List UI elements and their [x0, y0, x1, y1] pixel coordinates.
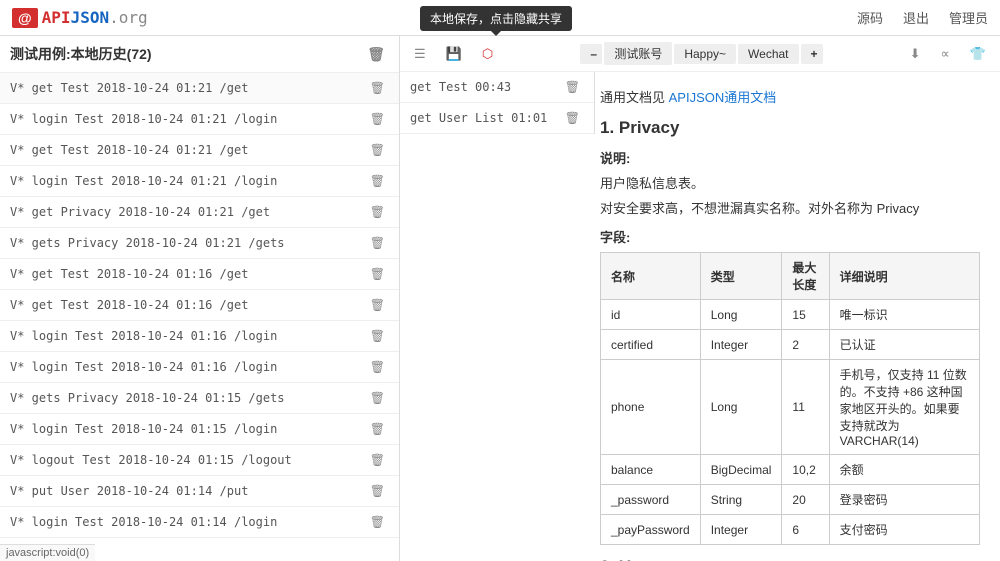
history-list: V* get Test 2018-10-24 01:21 /get🗑V* log… — [0, 73, 399, 561]
share-alt-icon[interactable]: ∝ — [937, 46, 954, 62]
tag-remove-button[interactable]: – — [580, 44, 602, 64]
trash-icon[interactable]: 🗑 — [366, 453, 389, 467]
dropdown-list: get Test 00:43🗑get User List 01:01🗑 — [400, 72, 595, 134]
desc-label: 说明: — [600, 148, 980, 167]
trash-icon[interactable]: 🗑 — [366, 174, 389, 188]
link-logout[interactable]: 退出 — [903, 8, 929, 27]
table-row: phoneLong11手机号，仅支持 11 位数的。不支持 +86 这种国家地区… — [601, 360, 980, 455]
desc-line-1: 用户隐私信息表。 — [600, 173, 980, 192]
tag-happy[interactable]: Happy~ — [674, 44, 736, 64]
download-icon[interactable]: ⬇ — [906, 46, 925, 62]
history-title: 测试用例:本地历史(72) — [10, 44, 363, 64]
table-header: 名称 — [601, 253, 701, 300]
trash-icon[interactable]: 🗑 — [366, 205, 389, 219]
desc-line-2: 对安全要求高，不想泄漏真实名称。对外名称为 Privacy — [600, 198, 980, 217]
fields-label: 字段: — [600, 227, 980, 246]
link-source[interactable]: 源码 — [857, 8, 883, 27]
save-icon[interactable]: 💾 — [442, 46, 466, 62]
status-line: javascript:void(0) — [0, 544, 95, 561]
tag-add-button[interactable]: + — [801, 44, 823, 64]
share-icon[interactable]: ⬡ — [478, 46, 497, 62]
history-item[interactable]: V* gets Privacy 2018-10-24 01:15 /gets🗑 — [0, 383, 399, 414]
history-item[interactable]: V* login Test 2018-10-24 01:16 /login🗑 — [0, 352, 399, 383]
trash-icon[interactable]: 🗑 — [366, 422, 389, 436]
trash-icon[interactable]: 🗑 — [366, 267, 389, 281]
doc-link-line: 通用文档见 APIJSON通用文档 — [600, 87, 980, 106]
trash-icon[interactable]: 🗑 — [366, 112, 389, 126]
dropdown-item[interactable]: get User List 01:01🗑 — [400, 103, 594, 134]
history-item[interactable]: V* get Test 2018-10-24 01:21 /get🗑 — [0, 135, 399, 166]
table-row: certifiedInteger2已认证 — [601, 330, 980, 360]
doc-link[interactable]: APIJSON通用文档 — [669, 90, 777, 105]
trash-icon[interactable]: 🗑 — [561, 80, 584, 94]
trash-icon[interactable]: 🗑 — [366, 391, 389, 405]
table-row: _passwordString20登录密码 — [601, 485, 980, 515]
table-row: idLong15唯一标识 — [601, 300, 980, 330]
history-item[interactable]: V* login Test 2018-10-24 01:14 /login🗑 — [0, 507, 399, 538]
history-item[interactable]: V* login Test 2018-10-24 01:16 /login🗑 — [0, 321, 399, 352]
fields-table: 名称类型最大长度详细说明 idLong15唯一标识certifiedIntege… — [600, 252, 980, 545]
trash-icon[interactable]: 🗑 — [366, 515, 389, 529]
table-header: 详细说明 — [829, 253, 979, 300]
history-item[interactable]: V* get Privacy 2018-10-24 01:21 /get🗑 — [0, 197, 399, 228]
doc-area: 通用文档见 APIJSON通用文档 1. Privacy 说明: 用户隐私信息表… — [400, 72, 1000, 561]
trash-icon[interactable]: 🗑 — [366, 329, 389, 343]
history-title-row: 测试用例:本地历史(72) 🗑 — [0, 36, 399, 73]
trash-icon[interactable]: 🗑 — [366, 81, 389, 95]
history-item[interactable]: V* get Test 2018-10-24 01:16 /get🗑 — [0, 290, 399, 321]
trash-icon[interactable]: 🗑 — [366, 236, 389, 250]
tag-wechat[interactable]: Wechat — [738, 44, 798, 64]
table-header: 最大长度 — [782, 253, 829, 300]
shirt-icon[interactable]: 👕 — [966, 46, 990, 62]
trash-icon[interactable]: 🗑 — [561, 111, 584, 125]
history-item[interactable]: V* get Test 2018-10-24 01:21 /get🗑 — [0, 73, 399, 104]
trash-icon[interactable]: 🗑 — [366, 143, 389, 157]
tag-account[interactable]: 测试账号 — [604, 42, 672, 65]
history-item[interactable]: V* login Test 2018-10-24 01:15 /login🗑 — [0, 414, 399, 445]
history-item[interactable]: V* login Test 2018-10-24 01:21 /login🗑 — [0, 166, 399, 197]
toolbar: ☰ 💾 ⬡ – 测试账号 Happy~ Wechat + ⬇ ∝ 👕 — [400, 36, 1000, 72]
history-item[interactable]: V* put User 2018-10-24 01:14 /put🗑 — [0, 476, 399, 507]
logo-text[interactable]: APIJSON.org — [42, 8, 148, 27]
history-item[interactable]: V* login Test 2018-10-24 01:21 /login🗑 — [0, 104, 399, 135]
list-icon[interactable]: ☰ — [410, 46, 430, 62]
section-user-heading: 2. User — [600, 557, 980, 561]
table-header: 类型 — [700, 253, 782, 300]
dropdown-item[interactable]: get Test 00:43🗑 — [400, 72, 594, 103]
trash-icon[interactable]: 🗑 — [366, 484, 389, 498]
tag-group: – 测试账号 Happy~ Wechat + — [580, 42, 822, 65]
history-item[interactable]: V* get Test 2018-10-24 01:16 /get🗑 — [0, 259, 399, 290]
table-row: _payPasswordInteger6支付密码 — [601, 515, 980, 545]
history-item[interactable]: V* gets Privacy 2018-10-24 01:21 /gets🗑 — [0, 228, 399, 259]
link-admin[interactable]: 管理员 — [949, 8, 988, 27]
table-row: balanceBigDecimal10,2余额 — [601, 455, 980, 485]
header-links: 源码 退出 管理员 — [857, 8, 988, 27]
trash-icon[interactable]: 🗑 — [366, 360, 389, 374]
section-privacy-heading: 1. Privacy — [600, 118, 980, 138]
logo-badge: @ — [12, 8, 38, 28]
tooltip-save: 本地保存，点击隐藏共享 — [420, 6, 572, 31]
trash-icon[interactable]: 🗑 — [366, 298, 389, 312]
history-item[interactable]: V* logout Test 2018-10-24 01:15 /logout🗑 — [0, 445, 399, 476]
history-panel: 测试用例:本地历史(72) 🗑 V* get Test 2018-10-24 0… — [0, 36, 400, 561]
trash-icon[interactable]: 🗑 — [363, 46, 389, 63]
